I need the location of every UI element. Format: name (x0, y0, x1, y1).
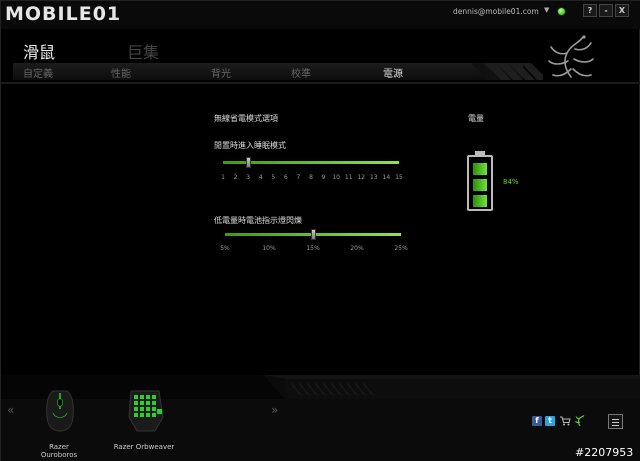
device-label-orbweaver[interactable]: Razer Orbweaver (113, 443, 175, 451)
tab-lighting[interactable]: 背光 (211, 65, 231, 80)
tab-customize[interactable]: 自定義 (23, 65, 53, 80)
battery-cell (473, 179, 487, 191)
app-logo: MOBILE01 (5, 3, 122, 25)
device-label-ouroboros[interactable]: Razer Ouroboros (31, 443, 87, 459)
watermark-id: #2207953 (575, 446, 634, 459)
minimize-button[interactable]: - (599, 4, 613, 17)
slider-tick-label: 5% (220, 245, 230, 252)
razer-logo-icon (548, 35, 594, 78)
tab-macro[interactable]: 巨集 (127, 39, 159, 63)
slider-tick-label: 25% (394, 245, 408, 252)
sleep-slider-thumb[interactable] (245, 157, 251, 168)
online-status-icon (557, 7, 566, 16)
tab-mouse[interactable]: 滑鼠 (23, 39, 55, 63)
header-divider (1, 82, 640, 84)
battery-cell (473, 163, 487, 175)
tab-calibration[interactable]: 校準 (291, 65, 311, 80)
device-bar-decoration (1, 375, 640, 399)
battery-cell (473, 195, 487, 207)
slider-tick-label: 15 (395, 174, 403, 181)
tab-performance[interactable]: 性能 (111, 65, 131, 80)
low-battery-slider-thumb[interactable] (310, 229, 316, 240)
orbweaver-keypad-icon[interactable] (125, 387, 169, 433)
battery-label: 電量 (468, 114, 484, 123)
device-next-arrow[interactable]: » (271, 403, 278, 417)
power-section-title: 無線省電模式選項 (214, 114, 278, 123)
low-battery-slider-label: 低電量時電池指示燈閃爍 (214, 216, 302, 225)
chevron-down-icon[interactable]: ▼ (544, 6, 549, 14)
sub-tab-bar (13, 63, 523, 80)
tab-bar-decoration (471, 63, 543, 80)
facebook-icon[interactable]: f (532, 416, 542, 426)
close-button[interactable]: X (615, 4, 629, 17)
tab-power[interactable]: 電源 (383, 65, 403, 80)
menu-button[interactable] (608, 414, 623, 429)
device-prev-arrow[interactable]: « (7, 403, 14, 417)
slider-tick-label: 15% (306, 245, 320, 252)
battery-percent: 84% (503, 178, 519, 186)
slider-tick-label: 10% (262, 245, 276, 252)
slider-tick-label: 20% (350, 245, 364, 252)
battery-icon (467, 155, 493, 211)
app-window: MOBILE01 dennis@mobile01.com ▼ ? - X 滑鼠 … (0, 0, 640, 461)
twitter-icon[interactable]: t (545, 416, 555, 426)
help-button[interactable]: ? (583, 4, 597, 17)
sleep-slider-label: 閒置時進入睡眠模式 (214, 141, 286, 150)
razer-small-icon[interactable] (575, 415, 585, 427)
ouroboros-mouse-icon[interactable] (43, 389, 77, 433)
user-account[interactable]: dennis@mobile01.com (453, 7, 539, 16)
shopping-cart-icon[interactable] (560, 416, 571, 426)
